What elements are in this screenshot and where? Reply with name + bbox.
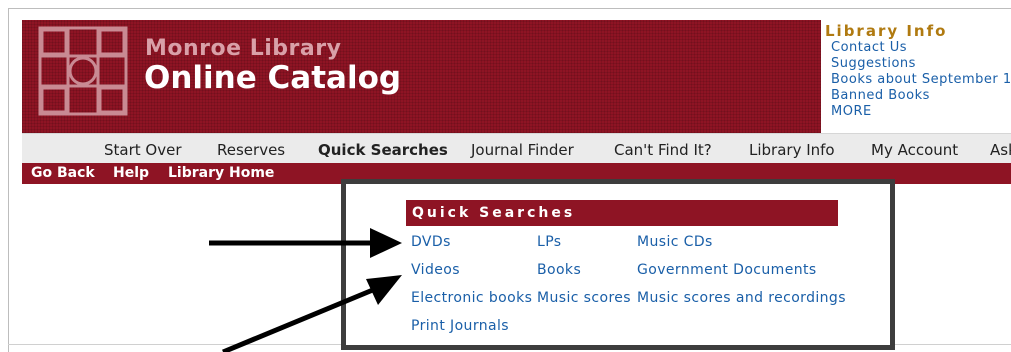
annotation-arrows [209, 228, 402, 352]
annotation-arrowhead-dvds [370, 228, 402, 258]
annotation-arrow-videos [222, 284, 381, 352]
annotation-arrowhead-videos [366, 275, 402, 305]
